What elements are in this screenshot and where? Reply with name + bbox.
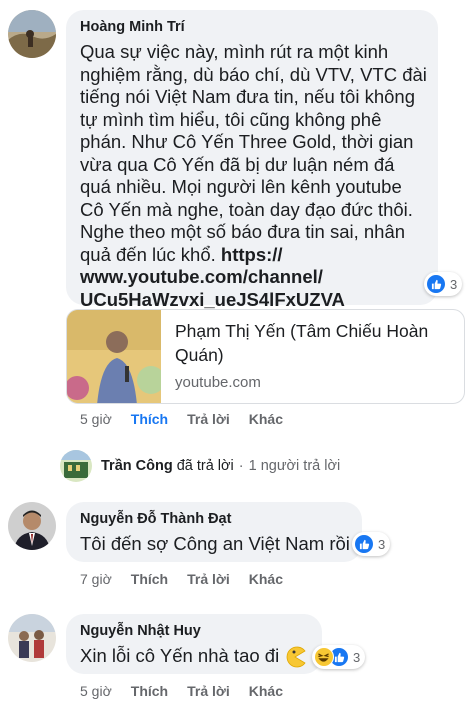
avatar-hoang-minh-tri[interactable] [8,10,56,58]
comment-body: Qua sự việc này, mình rút ra một kinh ng… [80,41,427,265]
reaction-summary[interactable]: 3 [352,532,391,556]
reaction-count: 3 [450,276,458,292]
reply-button[interactable]: Trả lời [187,683,230,699]
comment-time[interactable]: 7 giờ [80,571,112,587]
more-button[interactable]: Khác [249,571,283,587]
like-thumb-icon [354,534,374,554]
haha-emoji-icon [314,647,334,667]
reply-button[interactable]: Trả lời [187,411,230,427]
avatar-portrait-image [8,502,56,550]
comment-text: Tôi đến sợ Công an Việt Nam rồi [80,533,350,554]
separator-dot: · [238,458,244,474]
comment-time[interactable]: 5 giờ [80,411,112,427]
avatar-group-photo-image [8,614,56,662]
comment-text: Qua sự việc này, mình rút ra một kinh ng… [80,41,428,311]
more-button[interactable]: Khác [249,683,283,699]
reply-count: 1 người trả lời [248,458,341,474]
reaction-count: 3 [378,536,386,552]
reaction-summary[interactable]: 3 [424,272,463,296]
comment-actions: 7 giờ Thích Trả lời Khác [80,571,302,587]
comment-bubble: Hoàng Minh Trí Qua sự việc này, mình rút… [66,10,438,310]
reply-button[interactable]: Trả lời [187,571,230,587]
like-button[interactable]: Thích [131,683,168,699]
pacman-emoji-icon [284,646,306,668]
link-preview-card[interactable]: Phạm Thị Yến (Tâm Chiếu Hoàn Quán) youtu… [66,309,465,404]
like-button[interactable]: Thích [131,571,168,587]
preview-title: Phạm Thị Yến (Tâm Chiếu Hoàn Quán) [175,321,429,365]
more-button[interactable]: Khác [249,411,283,427]
reaction-summary[interactable]: 3 [312,645,366,669]
reaction-count: 3 [353,649,361,665]
like-button[interactable]: Thích [131,411,168,427]
comment-author[interactable]: Nguyễn Đỗ Thành Đạt [80,511,231,527]
reply-verb: đã trả lời [176,458,234,474]
avatar-landscape-image [8,10,56,58]
comment-author[interactable]: Hoàng Minh Trí [80,19,185,35]
comment-text: Xin lỗi cô Yến nhà tao đi [80,645,280,666]
comment-time[interactable]: 5 giờ [80,683,112,699]
reply-author: Trần Công [101,458,173,474]
preview-thumbnail [67,310,161,403]
like-thumb-icon [426,274,446,294]
comment-actions: 5 giờ Thích Trả lời Khác [80,683,302,699]
comment-actions: 5 giờ Thích Trả lời Khác [80,411,302,427]
avatar-nguyen-nhat-huy[interactable] [8,614,56,662]
view-replies-row[interactable]: Trần Công đã trả lời · 1 người trả lời [60,450,340,482]
comment-author[interactable]: Nguyễn Nhật Huy [80,623,201,639]
reply-avatar [60,450,92,482]
avatar-nguyen-do-thanh-dat[interactable] [8,502,56,550]
comment-bubble: Nguyễn Đỗ Thành Đạt Tôi đến sợ Công an V… [66,502,362,562]
preview-domain: youtube.com [175,374,261,391]
